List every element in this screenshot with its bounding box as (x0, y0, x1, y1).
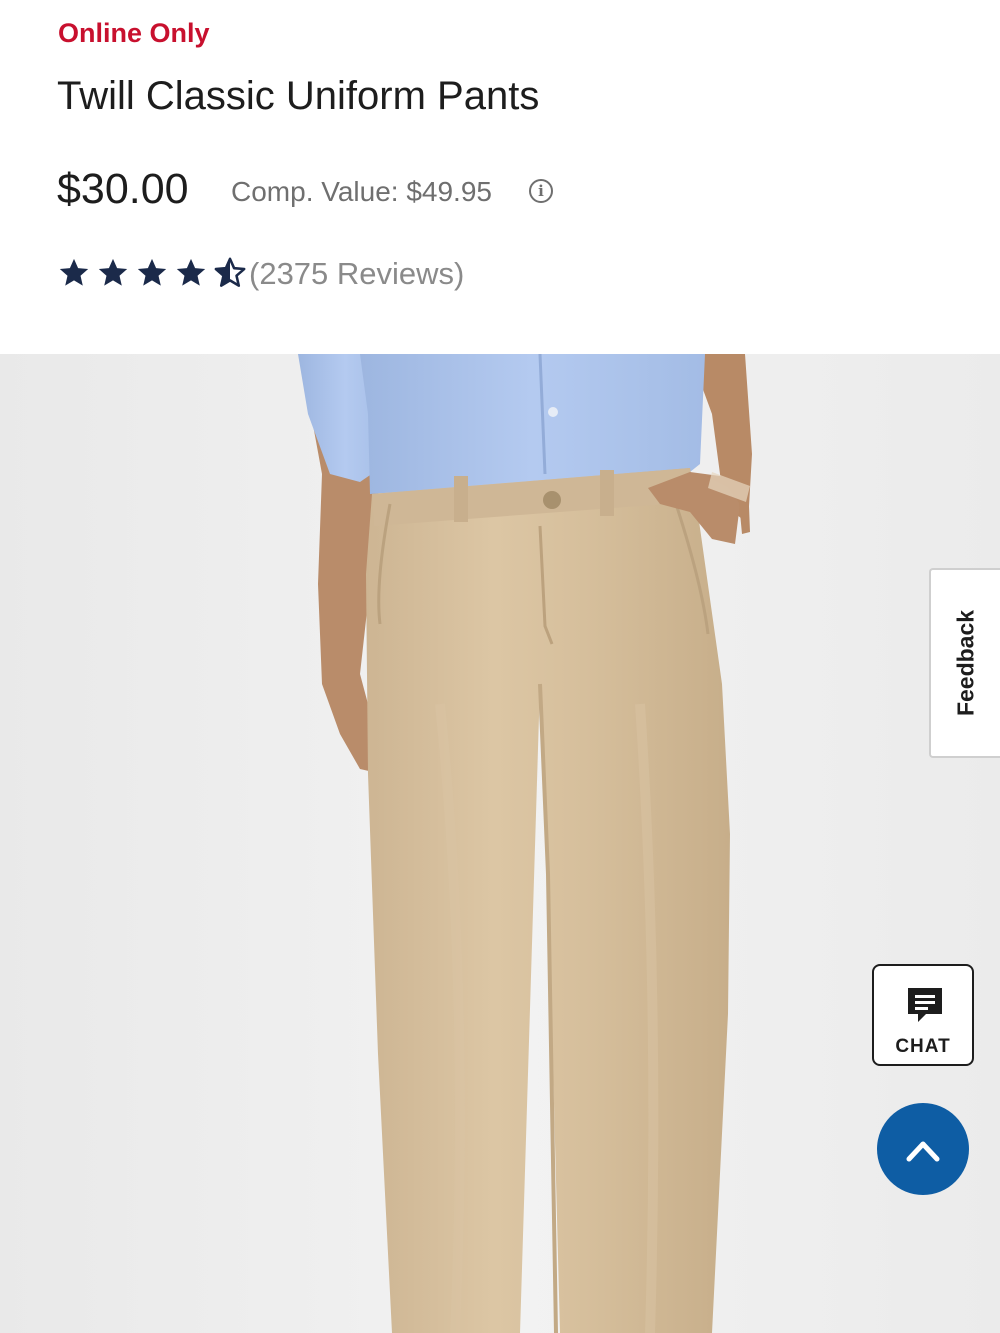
online-only-badge: Online Only (58, 18, 210, 48)
info-icon[interactable]: i (529, 179, 553, 203)
chat-bubble-icon (908, 988, 942, 1022)
product-title: Twill Classic Uniform Pants (57, 74, 540, 118)
product-photo-pants (0, 354, 1000, 1333)
product-price: $30.00 (57, 165, 189, 213)
half-star-icon (214, 257, 246, 287)
review-count-link[interactable]: (2375 Reviews) (249, 256, 464, 292)
chat-button[interactable]: CHAT (872, 964, 974, 1066)
product-image[interactable] (0, 354, 1000, 1333)
comp-value: Comp. Value: $49.95 (231, 176, 492, 207)
feedback-label: Feedback (952, 609, 978, 717)
star-icon (98, 258, 128, 286)
product-info: Online Only Twill Classic Uniform Pants … (0, 0, 1000, 354)
star-icon (59, 258, 89, 286)
chat-label: CHAT (895, 1036, 951, 1057)
star-icon (176, 258, 206, 286)
chevron-up-icon (906, 1141, 940, 1162)
back-to-top-button[interactable] (877, 1103, 969, 1195)
feedback-tab[interactable]: Feedback (929, 568, 1000, 758)
star-icon (137, 258, 167, 286)
